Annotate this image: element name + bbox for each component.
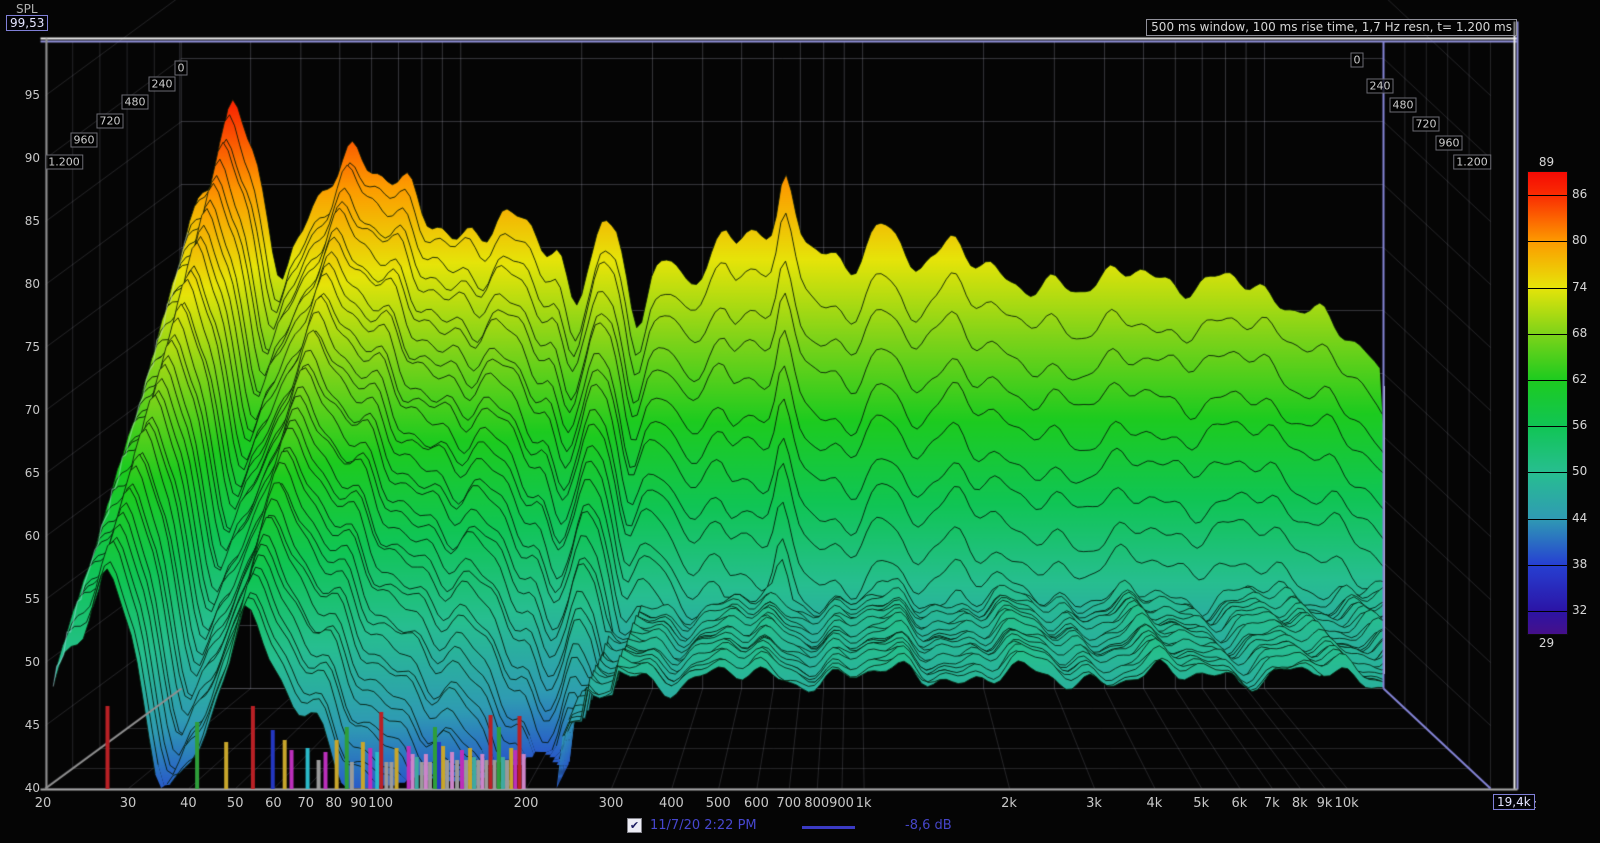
color-scale-tick <box>1528 288 1567 289</box>
freq-tick-label: 20 <box>35 797 52 811</box>
color-scale-tick-label: 32 <box>1572 603 1587 617</box>
color-scale-tick <box>1528 334 1567 335</box>
color-scale-tick-label: 56 <box>1572 418 1587 432</box>
freq-tick-label: 80 <box>326 797 343 811</box>
color-scale-tick-label: 68 <box>1572 326 1587 340</box>
spl-tick-label: 75 <box>8 340 40 354</box>
spl-tick-label: 90 <box>8 151 40 165</box>
waterfall-window: SPL 99,53 500 ms window, 100 ms rise tim… <box>0 0 1600 843</box>
time-tick-label: 480 <box>1390 98 1417 113</box>
color-scale-min-label: 29 <box>1527 636 1566 650</box>
freq-tick-label: 500 <box>706 797 731 811</box>
window-settings-readout: 500 ms window, 100 ms rise time, 1,7 Hz … <box>1146 19 1517 36</box>
freq-tick-label: 800 <box>804 797 829 811</box>
spl-tick-label: 55 <box>8 592 40 606</box>
freq-tick-label: 300 <box>599 797 624 811</box>
freq-axis-end-readout: 19,4k <box>1493 794 1535 810</box>
spl-tick-label: 85 <box>8 214 40 228</box>
spl-tick-label: 95 <box>8 88 40 102</box>
freq-tick-label: 3k <box>1086 797 1102 811</box>
time-tick-label: 480 <box>122 95 149 110</box>
color-scale-tick <box>1528 611 1567 612</box>
color-scale-tick-label: 44 <box>1572 511 1587 525</box>
time-tick-label: 240 <box>1367 79 1394 94</box>
freq-tick-label: 4k <box>1146 797 1162 811</box>
time-tick-label: 1.200 <box>1453 155 1491 170</box>
spl-tick-label: 65 <box>8 466 40 480</box>
freq-tick-label: 50 <box>227 797 244 811</box>
waterfall-plot-canvas <box>0 0 1600 843</box>
freq-tick-label: 60 <box>265 797 282 811</box>
color-scale-tick <box>1528 472 1567 473</box>
color-scale-tick <box>1528 565 1567 566</box>
freq-tick-label: 40 <box>180 797 197 811</box>
color-scale-max-label: 89 <box>1527 155 1566 169</box>
freq-tick-label: 10k <box>1335 797 1359 811</box>
spl-tick-label: 45 <box>8 718 40 732</box>
freq-tick-label: 100 <box>368 797 393 811</box>
freq-tick-label: 700 <box>776 797 801 811</box>
time-tick-label: 240 <box>149 77 176 92</box>
spl-tick-label: 50 <box>8 655 40 669</box>
time-tick-label: 960 <box>71 133 98 148</box>
time-tick-label: 1.200 <box>45 155 83 170</box>
freq-tick-label: 5k <box>1193 797 1209 811</box>
measurement-legend: ✔ 11/7/20 2:22 PM -8,6 dB <box>0 817 1600 837</box>
color-scale-tick-label: 80 <box>1572 233 1587 247</box>
freq-tick-label: 6k <box>1232 797 1248 811</box>
spl-color-scale <box>1527 171 1568 635</box>
freq-tick-label: 1k <box>856 797 872 811</box>
time-tick-label: 960 <box>1436 136 1463 151</box>
freq-tick-label: 90 <box>350 797 367 811</box>
spl-tick-label: 80 <box>8 277 40 291</box>
freq-tick-label: 900 <box>829 797 854 811</box>
freq-tick-label: 8k <box>1292 797 1308 811</box>
freq-tick-label: 600 <box>744 797 769 811</box>
measurement-name-label[interactable]: 11/7/20 2:22 PM <box>650 819 757 833</box>
color-scale-tick-label: 62 <box>1572 372 1587 386</box>
time-tick-label: 720 <box>1413 117 1440 132</box>
trace-color-swatch <box>802 826 855 829</box>
color-scale-tick <box>1528 195 1567 196</box>
freq-tick-label: 9k <box>1317 797 1333 811</box>
color-scale-tick <box>1528 380 1567 381</box>
time-tick-label: 0 <box>1351 53 1364 68</box>
time-tick-label: 0 <box>175 61 188 76</box>
color-scale-tick <box>1528 426 1567 427</box>
spl-axis-max-readout: 99,53 <box>6 15 48 31</box>
color-scale-tick-label: 38 <box>1572 557 1587 571</box>
measurement-visibility-checkbox[interactable]: ✔ <box>627 818 642 833</box>
spl-tick-label: 70 <box>8 403 40 417</box>
color-scale-tick <box>1528 519 1567 520</box>
time-tick-label: 720 <box>97 114 124 129</box>
freq-tick-label: 400 <box>659 797 684 811</box>
freq-tick-label: 7k <box>1264 797 1280 811</box>
color-scale-tick <box>1528 241 1567 242</box>
color-scale-tick-label: 50 <box>1572 464 1587 478</box>
measurement-offset-label: -8,6 dB <box>905 819 952 833</box>
freq-tick-label: 30 <box>120 797 137 811</box>
freq-tick-label: 2k <box>1001 797 1017 811</box>
spl-tick-label: 60 <box>8 529 40 543</box>
spl-axis-title: SPL <box>16 2 38 16</box>
color-scale-tick-label: 86 <box>1572 187 1587 201</box>
freq-tick-label: 70 <box>298 797 315 811</box>
spl-tick-label: 40 <box>8 781 40 795</box>
freq-tick-label: 200 <box>514 797 539 811</box>
color-scale-tick-label: 74 <box>1572 280 1587 294</box>
